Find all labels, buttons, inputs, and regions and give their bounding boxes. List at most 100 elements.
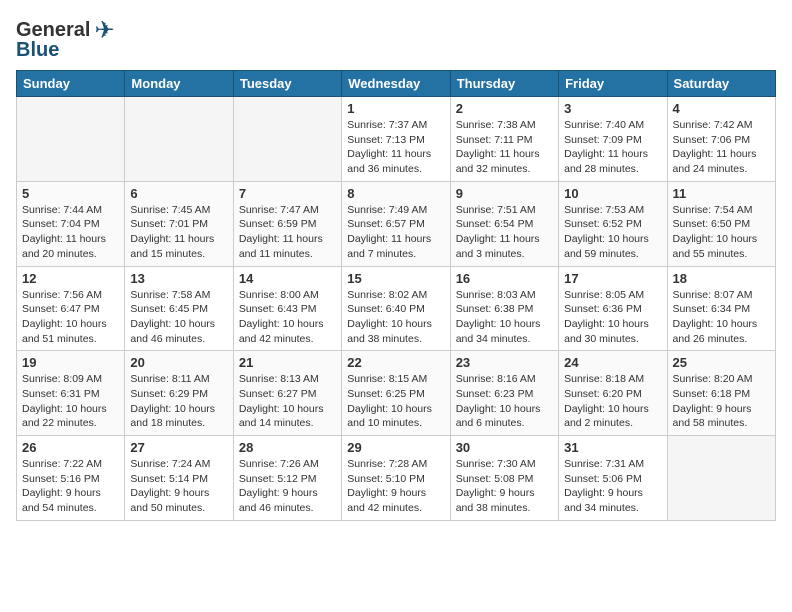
day-number: 10 [564,186,661,201]
calendar-cell: 7 Sunrise: 7:47 AM Sunset: 6:59 PM Daylig… [233,181,341,266]
calendar-cell: 21 Sunrise: 8:13 AM Sunset: 6:27 PM Dayli… [233,351,341,436]
calendar-cell: 19Sunrise: 8:09 AM Sunset: 6:31 PM Dayli… [17,351,125,436]
day-info: Sunrise: 7:44 AM Sunset: 7:04 PM Dayligh… [22,203,119,262]
calendar-week-row: 12 Sunrise: 7:56 AM Sunset: 6:47 PM Dayli… [17,266,776,351]
day-info: Sunrise: 8:15 AM Sunset: 6:25 PM Dayligh… [347,372,444,431]
day-info: Sunrise: 8:00 AM Sunset: 6:43 PM Dayligh… [239,288,336,347]
calendar-cell: 17 Sunrise: 8:05 AM Sunset: 6:36 PM Dayli… [559,266,667,351]
day-number: 30 [456,440,553,455]
day-info: Sunrise: 8:07 AM Sunset: 6:34 PM Dayligh… [673,288,770,347]
day-number: 13 [130,271,227,286]
day-info: Sunrise: 8:20 AM Sunset: 6:18 PM Dayligh… [673,372,770,431]
weekday-header-wednesday: Wednesday [342,71,450,97]
day-info: Sunrise: 7:53 AM Sunset: 6:52 PM Dayligh… [564,203,661,262]
weekday-header-saturday: Saturday [667,71,775,97]
calendar-cell: 13 Sunrise: 7:58 AM Sunset: 6:45 PM Dayli… [125,266,233,351]
day-number: 16 [456,271,553,286]
day-info: Sunrise: 7:40 AM Sunset: 7:09 PM Dayligh… [564,118,661,177]
calendar-cell: 25 Sunrise: 8:20 AM Sunset: 6:18 PM Dayli… [667,351,775,436]
calendar-cell: 29 Sunrise: 7:28 AM Sunset: 5:10 PM Dayli… [342,436,450,521]
calendar-cell: 26 Sunrise: 7:22 AM Sunset: 5:16 PM Dayli… [17,436,125,521]
day-info: Sunrise: 7:45 AM Sunset: 7:01 PM Dayligh… [130,203,227,262]
calendar-cell [17,97,125,182]
day-info: Sunrise: 7:24 AM Sunset: 5:14 PM Dayligh… [130,457,227,516]
calendar-cell: 27 Sunrise: 7:24 AM Sunset: 5:14 PM Dayli… [125,436,233,521]
day-info: Sunrise: 7:51 AM Sunset: 6:54 PM Dayligh… [456,203,553,262]
day-number: 24 [564,355,661,370]
day-info: Sunrise: 7:37 AM Sunset: 7:13 PM Dayligh… [347,118,444,177]
day-number: 6 [130,186,227,201]
logo-blue-text: Blue [16,39,59,62]
day-number: 26 [22,440,119,455]
day-info: Sunrise: 8:05 AM Sunset: 6:36 PM Dayligh… [564,288,661,347]
calendar-header-row: SundayMondayTuesdayWednesdayThursdayFrid… [17,71,776,97]
day-number: 2 [456,101,553,116]
day-number: 5 [22,186,119,201]
calendar-cell: 3 Sunrise: 7:40 AM Sunset: 7:09 PM Daylig… [559,97,667,182]
day-number: 3 [564,101,661,116]
day-info: Sunrise: 7:49 AM Sunset: 6:57 PM Dayligh… [347,203,444,262]
day-number: 20 [130,355,227,370]
calendar: SundayMondayTuesdayWednesdayThursdayFrid… [16,70,776,521]
day-info: Sunrise: 7:22 AM Sunset: 5:16 PM Dayligh… [22,457,119,516]
day-number: 27 [130,440,227,455]
weekday-header-friday: Friday [559,71,667,97]
calendar-cell: 31Sunrise: 7:31 AM Sunset: 5:06 PM Dayli… [559,436,667,521]
day-number: 12 [22,271,119,286]
day-number: 18 [673,271,770,286]
day-number: 19 [22,355,119,370]
calendar-cell: 9 Sunrise: 7:51 AM Sunset: 6:54 PM Daylig… [450,181,558,266]
day-number: 14 [239,271,336,286]
calendar-cell: 28Sunrise: 7:26 AM Sunset: 5:12 PM Dayli… [233,436,341,521]
day-number: 8 [347,186,444,201]
day-number: 11 [673,186,770,201]
day-info: Sunrise: 7:54 AM Sunset: 6:50 PM Dayligh… [673,203,770,262]
day-info: Sunrise: 7:56 AM Sunset: 6:47 PM Dayligh… [22,288,119,347]
day-info: Sunrise: 7:28 AM Sunset: 5:10 PM Dayligh… [347,457,444,516]
day-info: Sunrise: 8:02 AM Sunset: 6:40 PM Dayligh… [347,288,444,347]
calendar-cell: 16Sunrise: 8:03 AM Sunset: 6:38 PM Dayli… [450,266,558,351]
calendar-cell: 6 Sunrise: 7:45 AM Sunset: 7:01 PM Daylig… [125,181,233,266]
day-number: 22 [347,355,444,370]
day-info: Sunrise: 8:11 AM Sunset: 6:29 PM Dayligh… [130,372,227,431]
calendar-cell: 23Sunrise: 8:16 AM Sunset: 6:23 PM Dayli… [450,351,558,436]
day-number: 29 [347,440,444,455]
day-number: 28 [239,440,336,455]
weekday-header-thursday: Thursday [450,71,558,97]
day-info: Sunrise: 8:18 AM Sunset: 6:20 PM Dayligh… [564,372,661,431]
calendar-cell [233,97,341,182]
day-number: 15 [347,271,444,286]
day-info: Sunrise: 7:42 AM Sunset: 7:06 PM Dayligh… [673,118,770,177]
calendar-cell: 14 Sunrise: 8:00 AM Sunset: 6:43 PM Dayli… [233,266,341,351]
calendar-cell: 8 Sunrise: 7:49 AM Sunset: 6:57 PM Daylig… [342,181,450,266]
day-number: 9 [456,186,553,201]
weekday-header-tuesday: Tuesday [233,71,341,97]
calendar-cell: 30 Sunrise: 7:30 AM Sunset: 5:08 PM Dayli… [450,436,558,521]
calendar-cell: 2 Sunrise: 7:38 AM Sunset: 7:11 PM Daylig… [450,97,558,182]
calendar-cell [667,436,775,521]
calendar-cell: 10 Sunrise: 7:53 AM Sunset: 6:52 PM Dayli… [559,181,667,266]
day-number: 17 [564,271,661,286]
calendar-cell: 22 Sunrise: 8:15 AM Sunset: 6:25 PM Dayli… [342,351,450,436]
calendar-week-row: 5 Sunrise: 7:44 AM Sunset: 7:04 PM Daylig… [17,181,776,266]
calendar-cell: 5 Sunrise: 7:44 AM Sunset: 7:04 PM Daylig… [17,181,125,266]
calendar-week-row: 26 Sunrise: 7:22 AM Sunset: 5:16 PM Dayli… [17,436,776,521]
day-info: Sunrise: 7:38 AM Sunset: 7:11 PM Dayligh… [456,118,553,177]
day-info: Sunrise: 7:30 AM Sunset: 5:08 PM Dayligh… [456,457,553,516]
header: General ✈ Blue [16,16,776,62]
calendar-cell [125,97,233,182]
day-number: 25 [673,355,770,370]
day-number: 21 [239,355,336,370]
calendar-cell: 20 Sunrise: 8:11 AM Sunset: 6:29 PM Dayli… [125,351,233,436]
day-info: Sunrise: 7:47 AM Sunset: 6:59 PM Dayligh… [239,203,336,262]
day-info: Sunrise: 7:58 AM Sunset: 6:45 PM Dayligh… [130,288,227,347]
day-number: 7 [239,186,336,201]
calendar-cell: 12 Sunrise: 7:56 AM Sunset: 6:47 PM Dayli… [17,266,125,351]
day-info: Sunrise: 8:13 AM Sunset: 6:27 PM Dayligh… [239,372,336,431]
weekday-header-sunday: Sunday [17,71,125,97]
weekday-header-monday: Monday [125,71,233,97]
calendar-cell: 1 Sunrise: 7:37 AM Sunset: 7:13 PM Daylig… [342,97,450,182]
day-number: 23 [456,355,553,370]
calendar-cell: 11 Sunrise: 7:54 AM Sunset: 6:50 PM Dayli… [667,181,775,266]
day-number: 1 [347,101,444,116]
